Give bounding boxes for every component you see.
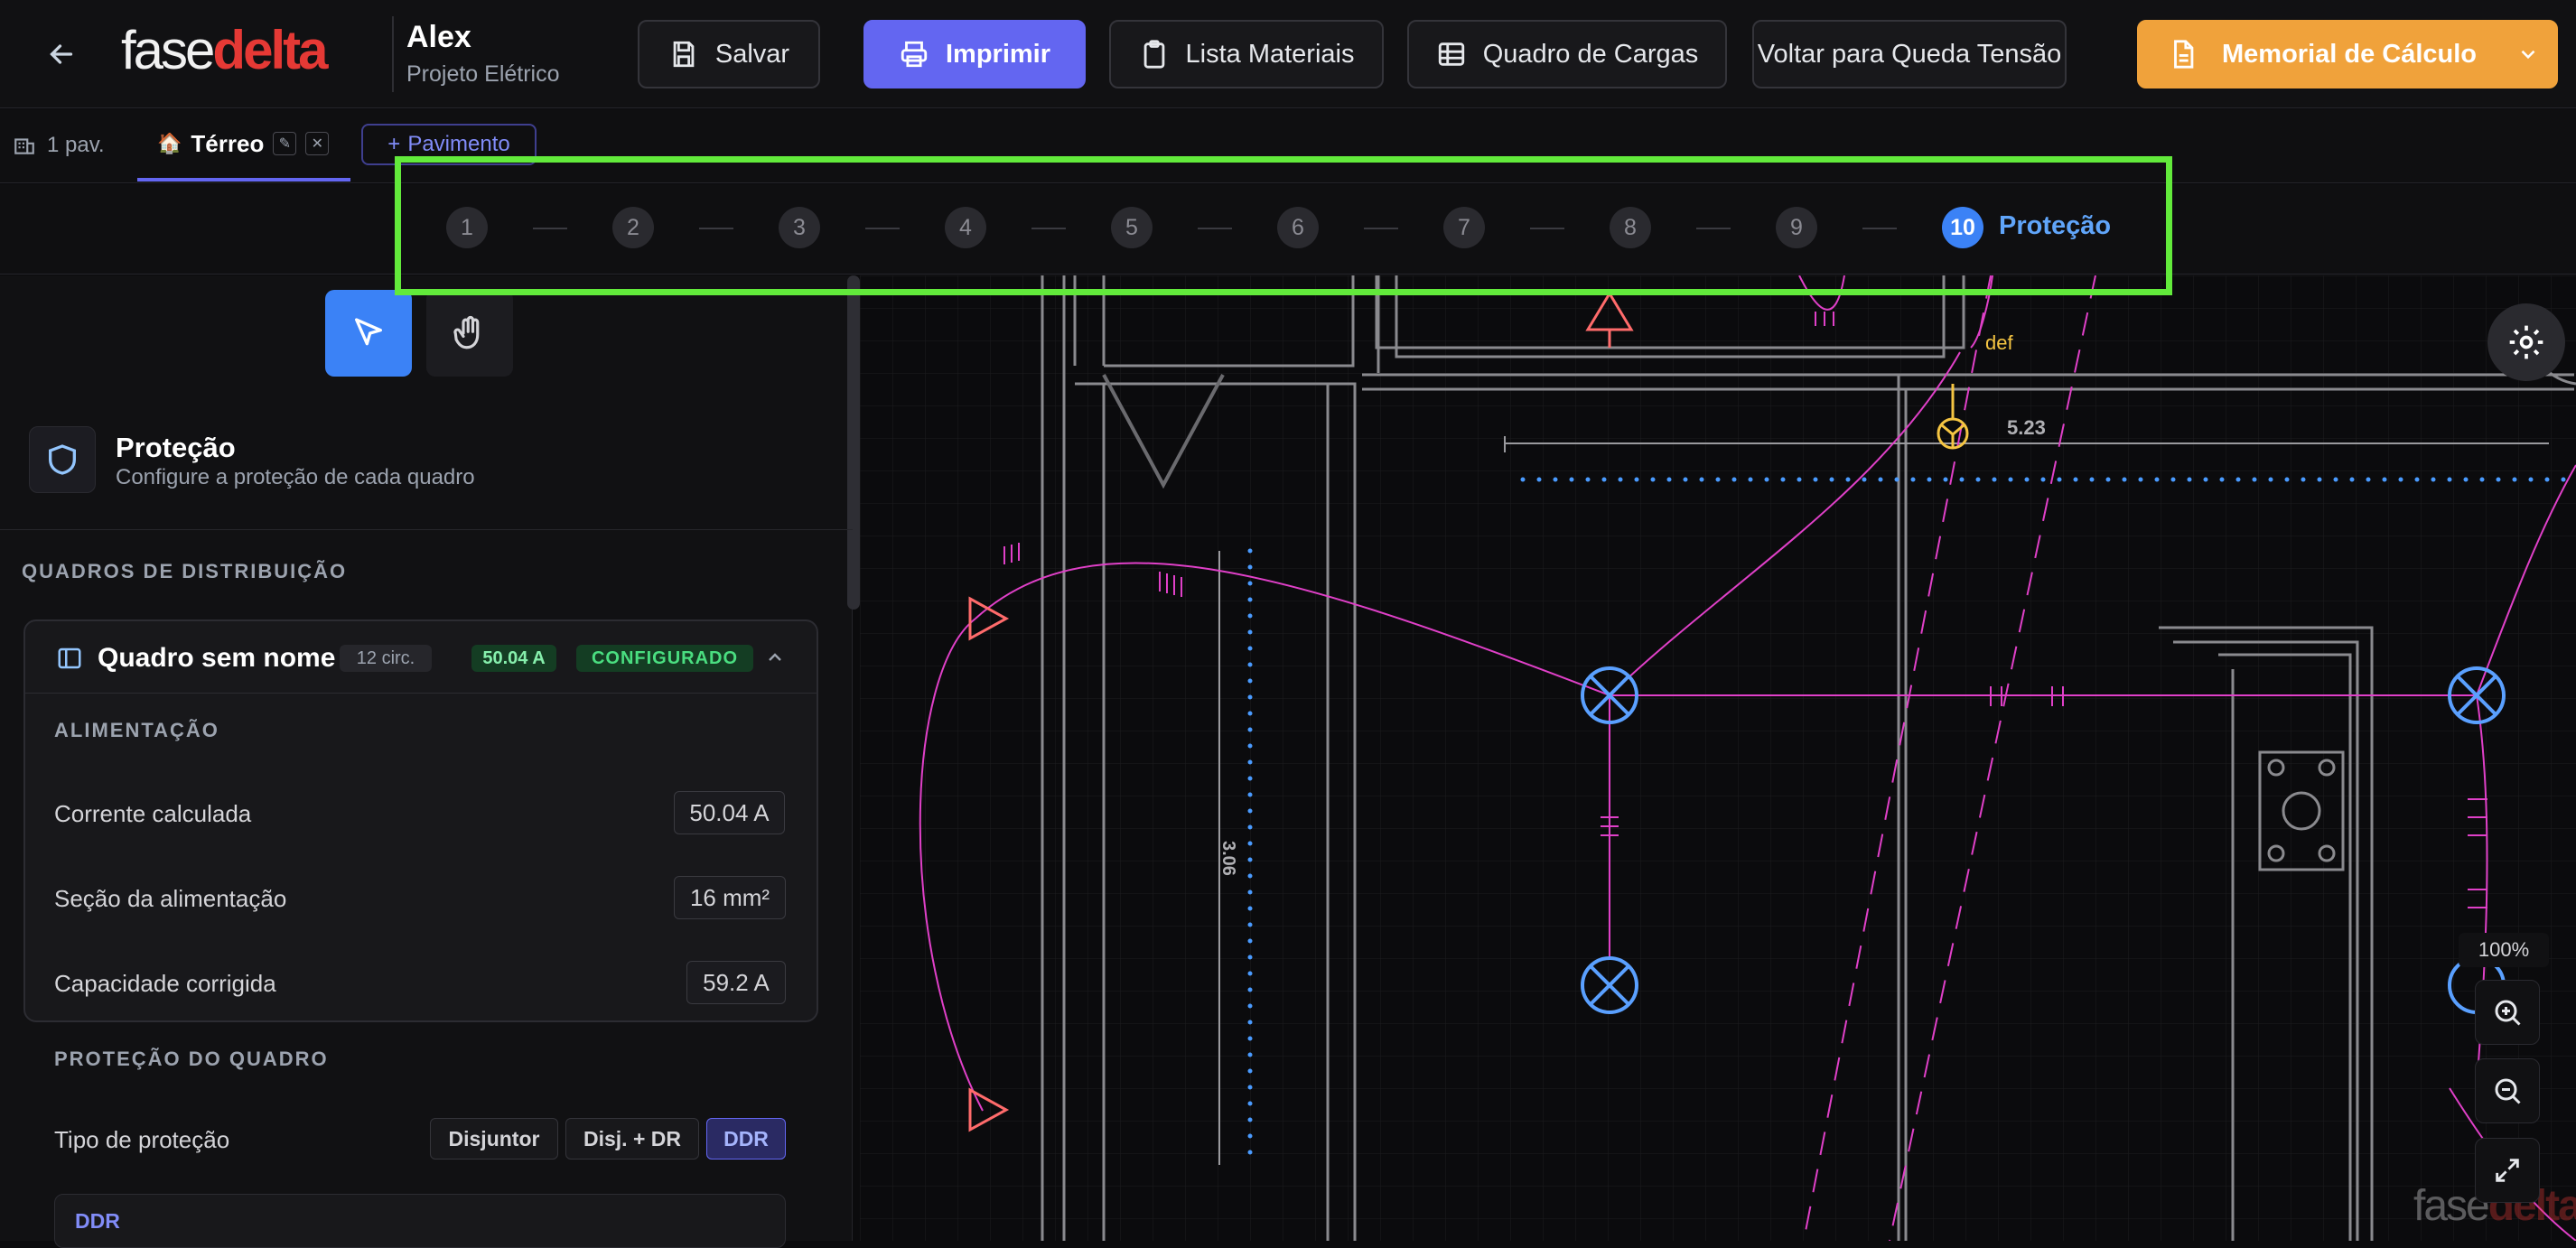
house-icon: 🏠 [157,132,182,154]
highlight-box [395,156,2172,295]
protection-type-label: Tipo de proteção [54,1126,230,1153]
load-table-button[interactable]: Quadro de Cargas [1407,20,1727,88]
ddr-label: DDR [75,1209,120,1233]
corrected-capacity-label: Capacidade corrigida [54,970,276,997]
option-ddr[interactable]: DDR [706,1118,786,1160]
zoom-level: 100% [2459,933,2549,967]
option-disj-dr[interactable]: Disj. + DR [565,1118,699,1160]
memorial-label: Memorial de Cálculo [2222,39,2478,69]
chevron-down-icon[interactable] [2516,42,2540,66]
zoom-in-icon [2495,1000,2521,1026]
panel-name: Quadro sem nome [98,643,336,673]
edit-icon[interactable]: ✎ [273,132,297,155]
zoom-in-button[interactable] [2475,980,2540,1045]
plus-icon: + [387,132,401,156]
load-table-label: Quadro de Cargas [1482,39,1699,69]
document-icon [2174,40,2194,69]
zoom-out-icon [2495,1078,2521,1104]
tab-terreo[interactable]: 🏠 Térreo ✎ ✕ [137,109,350,182]
distribution-boards-heading: QUADROS DE DISTRIBUIÇÃO [22,560,348,582]
save-button[interactable]: Salvar [638,20,820,88]
dimension-vertical: 3.06 [1218,841,1238,876]
pan-tool-button[interactable] [426,290,513,377]
corrected-capacity-value: 59.2 A [686,961,786,1004]
feed-heading: ALIMENTAÇÃO [54,719,219,741]
zoom-out-button[interactable] [2475,1058,2540,1123]
print-button[interactable]: Imprimir [863,20,1086,88]
feed-section-label: Seção da alimentação [54,885,287,912]
calculated-current-label: Corrente calculada [54,800,252,827]
close-icon[interactable]: ✕ [305,132,330,155]
sidebar-scrollbar[interactable] [847,275,860,610]
floor-count: 1 pav. [13,133,105,158]
panel-protection-heading: PROTEÇÃO DO QUADRO [54,1048,329,1070]
feed-section-value: 16 mm² [674,876,786,919]
ddr-card: DDR [54,1194,786,1248]
add-floor-label: Pavimento [407,132,510,156]
clipboard-icon [1143,40,1164,69]
project-type: Projeto Elétrico [406,61,560,87]
chevron-up-icon[interactable] [764,647,786,668]
shield-icon-box [29,426,96,493]
section-subtitle: Configure a proteção de cada quadro [116,465,475,489]
floor-count-label: 1 pav. [47,133,105,157]
panel-icon [58,647,81,669]
grid [860,275,2576,1241]
section-title: Proteção [116,432,236,463]
back-button[interactable] [42,34,81,74]
option-disjuntor[interactable]: Disjuntor [430,1118,558,1160]
app-logo: fasedelta [121,20,328,80]
calculation-memorial-button[interactable]: Memorial de Cálculo [2137,20,2558,88]
select-tool-button[interactable] [325,290,412,377]
hand-icon [453,315,480,349]
expand-icon [2496,1159,2519,1182]
sidebar-divider [0,529,853,530]
calculated-current-value: 50.04 A [674,791,785,834]
switch-tag: def [1985,331,2013,354]
print-label: Imprimir [945,39,1051,69]
cursor-arrow-icon [355,318,382,346]
drawing-canvas[interactable]: 5.23 3.06 def [860,275,2576,1241]
tab-terreo-label: Térreo [191,129,265,157]
save-icon [673,41,695,68]
save-label: Salvar [714,39,790,69]
top-bar: fasedelta Alex Projeto Elétrico Salvar I… [0,0,2576,108]
gear-icon [2509,325,2543,359]
floor-plan: 5.23 3.06 def [860,275,2576,1241]
voltage-drop-button[interactable]: Voltar para Queda Tensão [1752,20,2067,88]
materials-list-button[interactable]: Lista Materiais [1109,20,1384,88]
shield-icon [49,444,76,475]
arrow-left-icon [50,44,73,64]
circuit-count-badge: 12 circ. [340,645,432,672]
fit-screen-button[interactable] [2475,1138,2540,1203]
table-icon [1438,42,1464,66]
building-icon [14,138,34,154]
settings-button[interactable] [2487,303,2565,381]
printer-icon [901,41,928,68]
current-badge: 50.04 A [471,645,556,672]
status-badge: CONFIGURADO [576,645,753,672]
header-divider [392,16,394,92]
panel-card-header[interactable]: Quadro sem nome 12 circ. 50.04 A CONFIGU… [25,621,817,694]
dimension-horizontal: 5.23 [2007,416,2046,439]
materials-label: Lista Materiais [1185,39,1355,69]
project-name: Alex [406,20,471,54]
voltage-drop-label: Voltar para Queda Tensão [1757,39,2062,69]
